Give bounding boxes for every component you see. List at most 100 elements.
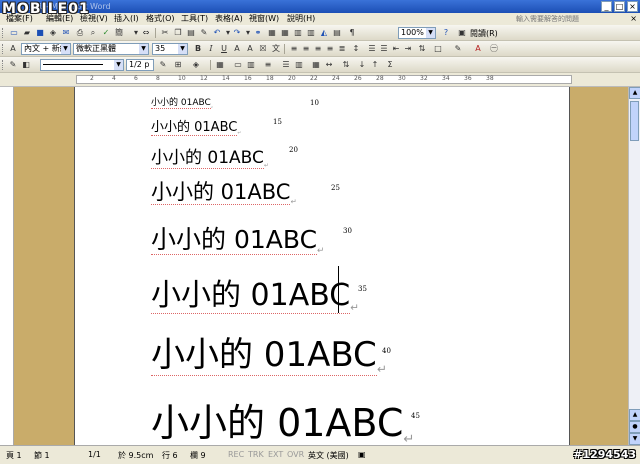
font-color-icon[interactable]: A (472, 43, 484, 54)
bullets-icon[interactable]: ☰ (378, 43, 390, 54)
distributed-icon[interactable]: ≣ (336, 43, 348, 54)
format-painter-icon[interactable]: ✎ (198, 27, 210, 38)
menu-insert[interactable]: 插入(I) (114, 13, 139, 25)
zoom-select[interactable]: 100% ▼ (398, 27, 436, 39)
document-close-icon[interactable]: × (630, 14, 637, 23)
toolbar-grip[interactable] (2, 28, 4, 38)
vertical-scrollbar[interactable]: ▲ ▲ ● ▼ (628, 87, 640, 445)
print-icon[interactable]: ⎙ (74, 27, 86, 38)
tables-borders-icon[interactable]: ▦ (266, 27, 278, 38)
distribute-rows-icon[interactable]: ☰ (280, 59, 292, 70)
toolbar-grip[interactable] (2, 44, 4, 54)
bold-button[interactable]: B (192, 43, 204, 54)
show-hide-icon[interactable]: ¶ (346, 27, 358, 38)
autofit-icon[interactable]: ↔ (323, 59, 335, 70)
increase-indent-icon[interactable]: ⇥ (402, 43, 414, 54)
numbering-icon[interactable]: ☰ (366, 43, 378, 54)
align-left-icon[interactable]: ≡ (288, 43, 300, 54)
draw-table-icon[interactable]: ✎ (7, 59, 19, 70)
research-icon[interactable]: 簡 (113, 27, 125, 38)
cell-align-icon[interactable]: ≡ (262, 59, 274, 70)
italic-button[interactable]: I (205, 43, 217, 54)
align-right-icon[interactable]: ≡ (312, 43, 324, 54)
trk-indicator[interactable]: TRK (248, 450, 264, 459)
close-button[interactable]: × (627, 1, 638, 12)
line-weight-select[interactable]: 1/2 p (126, 59, 154, 71)
style-select[interactable]: 內文 + 新細明▼ (21, 43, 71, 55)
border-icon[interactable]: ⊞ (172, 59, 184, 70)
menu-help[interactable]: 說明(H) (287, 13, 315, 25)
read-button[interactable]: 閱讀(R) (470, 28, 498, 39)
select-browse-object-icon[interactable]: ● (629, 421, 640, 433)
outside-border-icon[interactable]: □ (432, 43, 444, 54)
spelling-status-icon[interactable]: ▣ (358, 450, 366, 459)
toolbar-grip[interactable] (2, 60, 4, 70)
language-indicator[interactable]: 英文 (美國) (308, 450, 349, 461)
help-search-input[interactable]: 輸入需要解答的問題 (516, 14, 626, 24)
insert-table-menu-icon[interactable]: ▦ (214, 59, 226, 70)
sort-ascending-icon[interactable]: ↓ (356, 59, 368, 70)
columns-icon[interactable]: ▥ (305, 27, 317, 38)
highlight-icon[interactable]: ✎ (452, 43, 464, 54)
minimize-button[interactable]: _ (601, 1, 612, 12)
email-icon[interactable]: ✉ (60, 27, 72, 38)
menu-tools[interactable]: 工具(T) (181, 13, 208, 25)
sort-descending-icon[interactable]: ↑ (369, 59, 381, 70)
next-page-icon[interactable]: ▼ (629, 433, 640, 445)
styles-pane-icon[interactable]: A (7, 43, 19, 54)
maximize-button[interactable]: □ (614, 1, 625, 12)
enclose-characters-icon[interactable]: ㊀ (488, 43, 500, 54)
line-spacing-icon[interactable]: ↕ (350, 43, 362, 54)
hyperlink-icon[interactable]: ⚭ (252, 27, 264, 38)
menu-table[interactable]: 表格(A) (215, 13, 243, 25)
document-map-icon[interactable]: ▤ (331, 27, 343, 38)
character-shading-icon[interactable]: A (244, 43, 256, 54)
help-icon[interactable]: ? (440, 27, 452, 38)
merge-cells-icon[interactable]: ▭ (232, 59, 244, 70)
read-icon[interactable]: ▣ (456, 27, 468, 38)
vertical-ruler[interactable] (0, 87, 14, 445)
text-direction-table-icon[interactable]: ⇅ (340, 59, 352, 70)
paste-icon[interactable]: ▤ (185, 27, 197, 38)
decrease-indent-icon[interactable]: ⇤ (390, 43, 402, 54)
open-folder-icon[interactable]: ▰ (21, 27, 33, 38)
horizontal-ruler[interactable]: 2 4 6 8 10 12 14 16 18 20 22 24 26 28 30… (0, 73, 640, 87)
scroll-thumb[interactable] (630, 101, 639, 141)
border-color-icon[interactable]: ✎ (157, 59, 169, 70)
text-direction-icon[interactable]: ⇅ (416, 43, 428, 54)
justify-icon[interactable]: ≡ (324, 43, 336, 54)
new-document-icon[interactable]: ▭ (8, 27, 20, 38)
ext-indicator[interactable]: EXT (268, 450, 283, 459)
character-scale-icon[interactable]: ☒ (257, 43, 269, 54)
align-center-icon[interactable]: ≡ (300, 43, 312, 54)
menu-format[interactable]: 格式(O) (146, 13, 175, 25)
insert-excel-icon[interactable]: ▥ (292, 27, 304, 38)
split-cells-icon[interactable]: ▥ (245, 59, 257, 70)
translate-icon[interactable]: ⇔ (140, 27, 152, 38)
menu-window[interactable]: 視窗(W) (249, 13, 279, 25)
line-style-select[interactable]: ▼ (40, 59, 124, 71)
font-select[interactable]: 微軟正黑體 ▼ (73, 43, 149, 55)
document-page[interactable]: 小小的 01ABC↵ 10 小小的 01ABC↵ 15 小小的 01ABC↵ 2… (74, 87, 570, 445)
save-icon[interactable]: ■ (34, 27, 46, 38)
insert-table-icon[interactable]: ▦ (279, 27, 291, 38)
spelling-icon[interactable]: ✓ (100, 27, 112, 38)
drawing-icon[interactable]: ◭ (318, 27, 330, 38)
phonetic-guide-icon[interactable]: 文 (270, 43, 282, 54)
rec-indicator[interactable]: REC (228, 450, 244, 459)
table-autoformat-icon[interactable]: ▦ (310, 59, 322, 70)
scroll-up-icon[interactable]: ▲ (629, 87, 640, 99)
ovr-indicator[interactable]: OVR (287, 450, 304, 459)
eraser-icon[interactable]: ◧ (20, 59, 32, 70)
cut-icon[interactable]: ✂ (159, 27, 171, 38)
underline-button[interactable]: U (218, 43, 230, 54)
previous-page-icon[interactable]: ▲ (629, 409, 640, 421)
distribute-cols-icon[interactable]: ▥ (293, 59, 305, 70)
permission-icon[interactable]: ◈ (47, 27, 59, 38)
character-border-icon[interactable]: A (231, 43, 243, 54)
font-size-select[interactable]: 35 ▼ (152, 43, 188, 55)
copy-icon[interactable]: ❐ (172, 27, 184, 38)
autosum-icon[interactable]: Σ (384, 59, 396, 70)
shading-color-icon[interactable]: ◈ (190, 59, 202, 70)
print-preview-icon[interactable]: ⌕ (87, 27, 99, 38)
